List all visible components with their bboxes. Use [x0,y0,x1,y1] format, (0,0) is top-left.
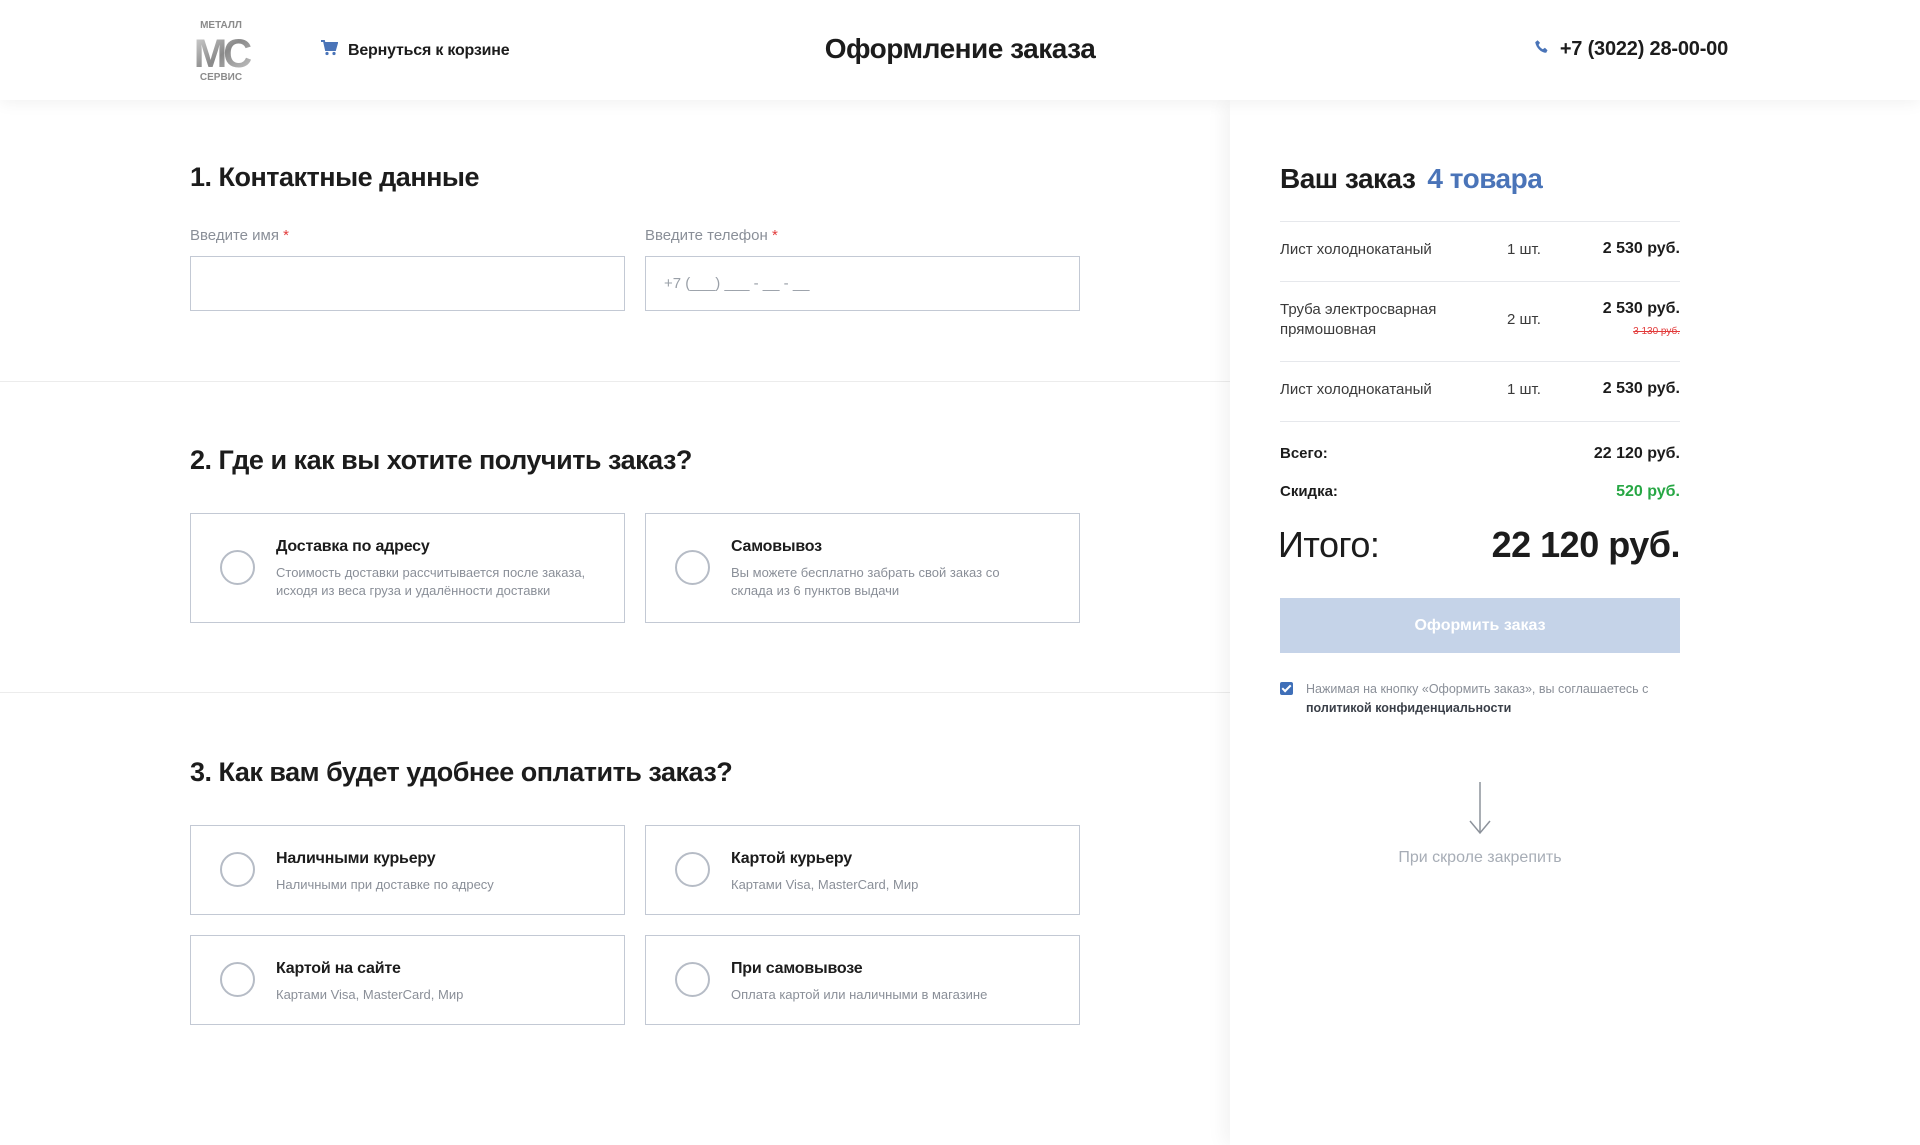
back-to-cart-link[interactable]: Вернуться к корзине [320,40,510,61]
section-divider [0,381,1230,382]
radio-button[interactable] [675,962,710,997]
section-payment-title: 3. Как вам будет удобнее оплатить заказ? [190,757,733,787]
order-item-qty: 1 шт. [1507,381,1541,398]
radio-button[interactable] [220,852,255,887]
option-title: Самовывоз [731,538,822,555]
phone-icon [1534,39,1550,60]
subtotal-label: Всего: [1280,445,1328,462]
option-description: Стоимость доставки рассчитывается после … [276,565,586,598]
order-item-price: 2 530 руб. [1602,240,1680,257]
option-description: Картами Visa, MasterCard, Мир [731,877,919,892]
submit-order-button[interactable]: Оформить заказ [1280,598,1680,653]
order-summary: Ваш заказ 4 товара Лист холоднокатаный 1… [1230,100,1920,1145]
order-item-old-price: 3 130 руб. [1633,326,1680,337]
back-to-cart-label: Вернуться к корзине [348,41,510,59]
option-title: Картой на сайте [276,960,401,977]
payment-option-card-online[interactable]: Картой на сайте Картами Visa, MasterCard… [190,935,625,1025]
phone-link[interactable]: +7 (3022) 28-00-00 [1534,38,1728,61]
svg-text:СЕРВИС: СЕРВИС [200,72,242,82]
payment-option-cash-courier[interactable]: Наличными курьеру Наличными при доставке… [190,825,625,915]
svg-text:МЕТАЛЛ: МЕТАЛЛ [200,20,242,31]
order-title: Ваш заказ 4 товара [1280,163,1543,195]
logo-icon: МЕТАЛЛ МС СЕРВИС [194,20,255,83]
order-item-name: Лист холоднокатаный [1280,381,1432,398]
section-delivery-title: 2. Где и как вы хотите получить заказ? [190,445,692,475]
option-title: Наличными курьеру [276,850,436,867]
radio-button[interactable] [220,550,255,585]
row-divider [1280,221,1680,222]
logo[interactable]: МЕТАЛЛ МС СЕРВИС [190,18,255,83]
header: МЕТАЛЛ МС СЕРВИС Вернуться к корзине Офо… [0,0,1920,100]
grand-total-value: 22 120 руб. [1491,524,1681,565]
option-title: Картой курьеру [731,850,852,867]
order-item-qty: 2 шт. [1507,311,1541,328]
order-item-qty: 1 шт. [1507,241,1541,258]
name-input[interactable] [190,256,625,311]
grand-total-label: Итого: [1278,524,1380,565]
phone-input[interactable] [645,256,1080,311]
pin-on-scroll-note: При скроле закрепить [1398,849,1562,866]
order-item-price: 2 530 руб. [1602,300,1680,317]
radio-button[interactable] [675,852,710,887]
order-item-name: Труба электросварная прямошовная [1280,301,1437,338]
order-title-label: Ваш заказ [1280,163,1416,194]
option-description: Вы можете бесплатно забрать свой заказ с… [731,565,1000,598]
discount-value: 520 руб. [1616,483,1680,500]
option-description: Наличными при доставке по адресу [276,877,494,892]
section-divider [0,692,1230,693]
arrow-down-icon [1469,781,1491,840]
privacy-policy-link[interactable]: политикой конфиденциальности [1306,701,1511,715]
order-item-price: 2 530 руб. [1602,380,1680,397]
svg-text:МС: МС [194,32,251,76]
payment-option-card-courier[interactable]: Картой курьеру Картами Visa, MasterCard,… [645,825,1080,915]
option-title: Доставка по адресу [276,538,430,555]
phone-number: +7 (3022) 28-00-00 [1559,38,1728,60]
option-description: Картами Visa, MasterCard, Мир [276,987,464,1002]
option-description: Оплата картой или наличными в магазине [731,987,988,1002]
checkout-form: 1. Контактные данные Введите имя * Введи… [0,100,1230,1145]
row-divider [1280,361,1680,362]
row-divider [1280,281,1680,282]
payment-option-pickup[interactable]: При самовывозе Оплата картой или наличны… [645,935,1080,1025]
radio-button[interactable] [675,550,710,585]
row-divider [1280,421,1680,422]
section-contacts-title: 1. Контактные данные [190,162,480,192]
phone-label: Введите телефон * [645,227,778,244]
order-item-name: Лист холоднокатаный [1280,241,1432,258]
discount-label: Скидка: [1280,483,1338,500]
delivery-option-address[interactable]: Доставка по адресу Стоимость доставки ра… [190,513,625,623]
option-title: При самовывозе [731,960,863,977]
order-item-count: 4 товара [1427,163,1543,194]
agree-checkbox[interactable] [1280,682,1293,695]
cart-icon [320,40,339,61]
agree-text: Нажимая на кнопку «Оформить заказ», вы с… [1306,682,1649,715]
radio-button[interactable] [220,962,255,997]
delivery-option-pickup[interactable]: Самовывоз Вы можете бесплатно забрать св… [645,513,1080,623]
name-label: Введите имя * [190,227,289,244]
subtotal-value: 22 120 руб. [1593,445,1680,462]
